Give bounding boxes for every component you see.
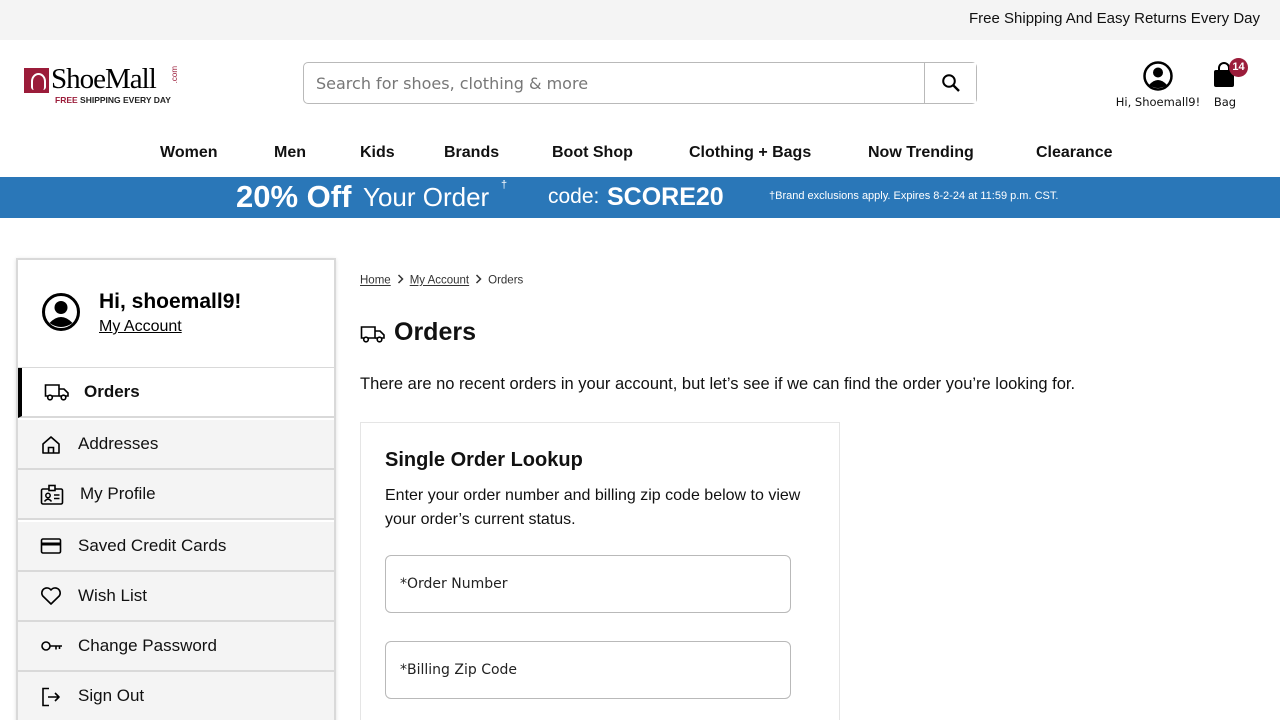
home-icon — [42, 436, 60, 454]
logo-dotcom: .com — [170, 66, 179, 84]
main-navigation: Women Men Kids Brands Boot Shop Clothing… — [0, 140, 1280, 170]
nav-boot-shop[interactable]: Boot Shop — [552, 144, 633, 162]
order-number-field — [385, 555, 791, 613]
nav-kids[interactable]: Kids — [360, 144, 395, 162]
logo-wordmark: ShoeMall — [51, 63, 157, 95]
sidebar-item-orders[interactable]: Orders — [18, 368, 334, 418]
order-lookup-description: Enter your order number and billing zip … — [385, 487, 801, 528]
billing-zip-field — [385, 641, 791, 699]
order-number-input[interactable] — [400, 556, 780, 612]
sidebar-item-change-password[interactable]: Change Password — [18, 622, 334, 672]
search-bar — [303, 62, 977, 104]
nav-men[interactable]: Men — [274, 144, 306, 162]
bag-count-badge: 14 — [1229, 58, 1248, 77]
breadcrumb-my-account[interactable]: My Account — [410, 275, 469, 287]
logo-tag-free: FREE — [55, 95, 78, 105]
promo-fine-print: †Brand exclusions apply. Expires 8-2-24 … — [769, 190, 1059, 202]
sidebar-item-addresses[interactable]: Addresses — [18, 420, 334, 470]
account-sidebar: Hi, shoemall9! My Account Orders Address… — [16, 258, 336, 720]
logo-mark-icon — [24, 68, 49, 93]
bag-label: Bag — [1213, 95, 1237, 109]
breadcrumb-current: Orders — [488, 274, 524, 287]
promo-code-label: code: — [548, 185, 600, 208]
shoemall-logo[interactable]: ShoeMall .com FREE SHIPPING EVERY DAY — [24, 63, 184, 108]
profile-card-icon — [40, 484, 64, 505]
user-avatar-icon — [42, 293, 80, 331]
nav-women[interactable]: Women — [160, 144, 217, 162]
chevron-right-icon — [397, 274, 404, 287]
sidebar-item-label: Sign Out — [78, 686, 145, 705]
sidebar-item-sign-out[interactable]: Sign Out — [18, 672, 334, 720]
account-icon — [1143, 61, 1173, 91]
order-lookup-title: Single Order Lookup — [385, 449, 583, 471]
shipping-message: Free Shipping And Easy Returns Every Day — [969, 10, 1260, 27]
page-title: Orders — [394, 318, 476, 346]
billing-zip-input[interactable] — [400, 642, 780, 698]
promo-banner[interactable]: 20% Off Your Order † code: SCORE20 †Bran… — [0, 177, 1280, 218]
nav-brands[interactable]: Brands — [444, 144, 499, 162]
order-lookup-card: Single Order Lookup Enter your order num… — [360, 422, 840, 720]
chevron-right-icon — [475, 274, 482, 287]
sidebar-item-wish-list[interactable]: Wish List — [18, 572, 334, 622]
truck-icon — [360, 326, 385, 343]
search-icon — [941, 74, 960, 92]
sidebar-greeting: Hi, shoemall9! — [99, 290, 242, 313]
logo-tag-rest: SHIPPING EVERY DAY — [77, 95, 171, 105]
heart-icon — [41, 587, 61, 605]
search-input[interactable] — [316, 63, 916, 103]
sign-out-icon — [42, 687, 60, 707]
sidebar-item-label: Wish List — [78, 586, 147, 605]
shopping-bag-button[interactable]: 14 Bag — [1206, 58, 1250, 112]
nav-clothing-bags[interactable]: Clothing + Bags — [689, 144, 811, 162]
breadcrumb-home[interactable]: Home — [360, 275, 391, 287]
promo-code: SCORE20 — [607, 183, 724, 211]
nav-clearance[interactable]: Clearance — [1036, 144, 1113, 162]
sidebar-item-label: My Profile — [80, 484, 156, 503]
truck-icon — [44, 384, 69, 401]
my-account-link[interactable]: My Account — [99, 318, 182, 336]
sidebar-item-my-profile[interactable]: My Profile — [18, 470, 334, 520]
key-icon — [41, 641, 62, 651]
nav-now-trending[interactable]: Now Trending — [868, 144, 974, 162]
promo-your-order: Your Order — [363, 182, 490, 212]
promo-discount: 20% Off — [236, 179, 352, 214]
search-button[interactable] — [924, 63, 976, 103]
top-shipping-bar: Free Shipping And Easy Returns Every Day — [0, 0, 1280, 40]
sidebar-item-label: Addresses — [78, 434, 159, 453]
logo-tagline: FREE SHIPPING EVERY DAY — [55, 95, 171, 105]
no-orders-message: There are no recent orders in your accou… — [360, 375, 1076, 393]
sidebar-item-label: Orders — [84, 382, 140, 401]
promo-dagger: † — [501, 179, 508, 191]
credit-card-icon — [40, 538, 62, 554]
sidebar-header: Hi, shoemall9! My Account — [18, 260, 334, 368]
account-button[interactable]: Hi, Shoemall9! — [1112, 60, 1204, 112]
sidebar-item-label: Change Password — [78, 636, 217, 655]
sidebar-item-saved-credit-cards[interactable]: Saved Credit Cards — [18, 522, 334, 572]
breadcrumb: Home My Account Orders — [360, 274, 523, 287]
account-label: Hi, Shoemall9! — [1115, 95, 1201, 109]
sidebar-item-label: Saved Credit Cards — [78, 536, 227, 555]
